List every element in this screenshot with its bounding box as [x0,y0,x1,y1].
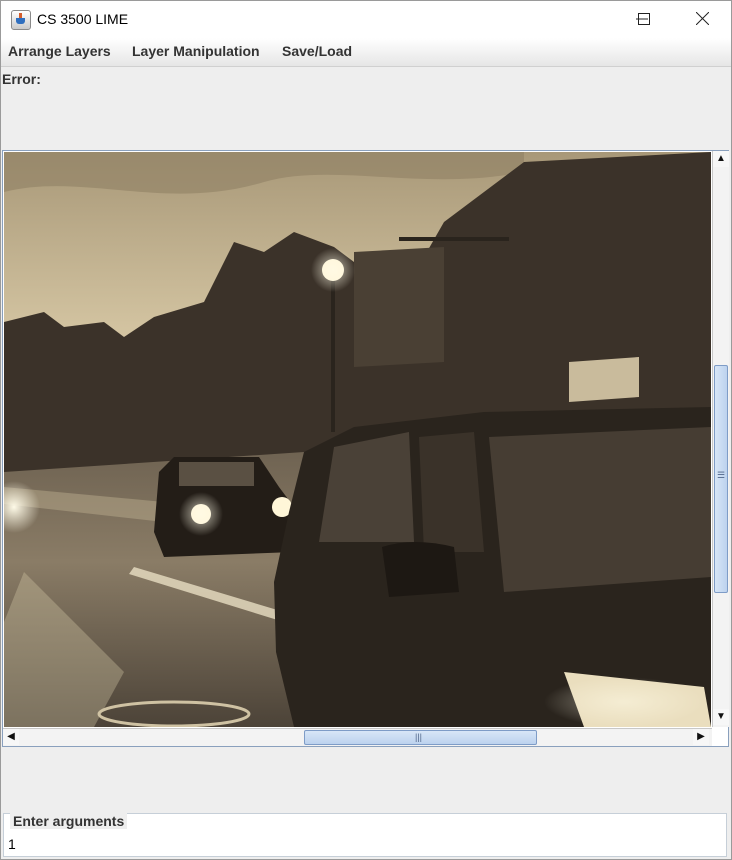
maximize-button[interactable] [621,1,667,38]
vertical-scrollbar[interactable]: ▲ ☰ ▼ [712,151,729,727]
arguments-input[interactable] [8,834,708,854]
image-scroll-pane[interactable]: ▲ ☰ ▼ ◀ ||| ▶ [2,150,729,747]
menu-bar: Arrange Layers Layer Manipulation Save/L… [1,38,731,67]
close-icon [695,11,709,26]
vertical-scroll-thumb[interactable]: ☰ [714,365,728,593]
scroll-left-arrow-icon[interactable]: ◀ [3,729,19,745]
arguments-label: Enter arguments [10,813,128,829]
horizontal-scroll-thumb[interactable]: ||| [304,730,537,745]
scroll-up-arrow-icon[interactable]: ▲ [713,151,729,167]
scroll-right-arrow-icon[interactable]: ▶ [693,729,709,745]
menu-arrange-layers[interactable]: Arrange Layers [8,43,111,59]
horizontal-scrollbar[interactable]: ◀ ||| ▶ [3,728,712,746]
error-label: Error: [2,71,41,87]
close-button[interactable] [679,1,725,38]
arguments-panel: Enter arguments [3,813,727,857]
title-bar: CS 3500 LIME [1,1,731,38]
scroll-down-arrow-icon[interactable]: ▼ [713,709,729,725]
sepia-street-photo [4,152,711,727]
window-title: CS 3500 LIME [37,11,129,27]
java-app-icon [11,10,31,30]
maximize-icon [638,13,650,25]
menu-save-load[interactable]: Save/Load [282,43,352,59]
image-viewport [4,152,711,727]
application-window: CS 3500 LIME Arrange Layers Layer Manipu… [0,0,732,860]
menu-layer-manipulation[interactable]: Layer Manipulation [132,43,260,59]
